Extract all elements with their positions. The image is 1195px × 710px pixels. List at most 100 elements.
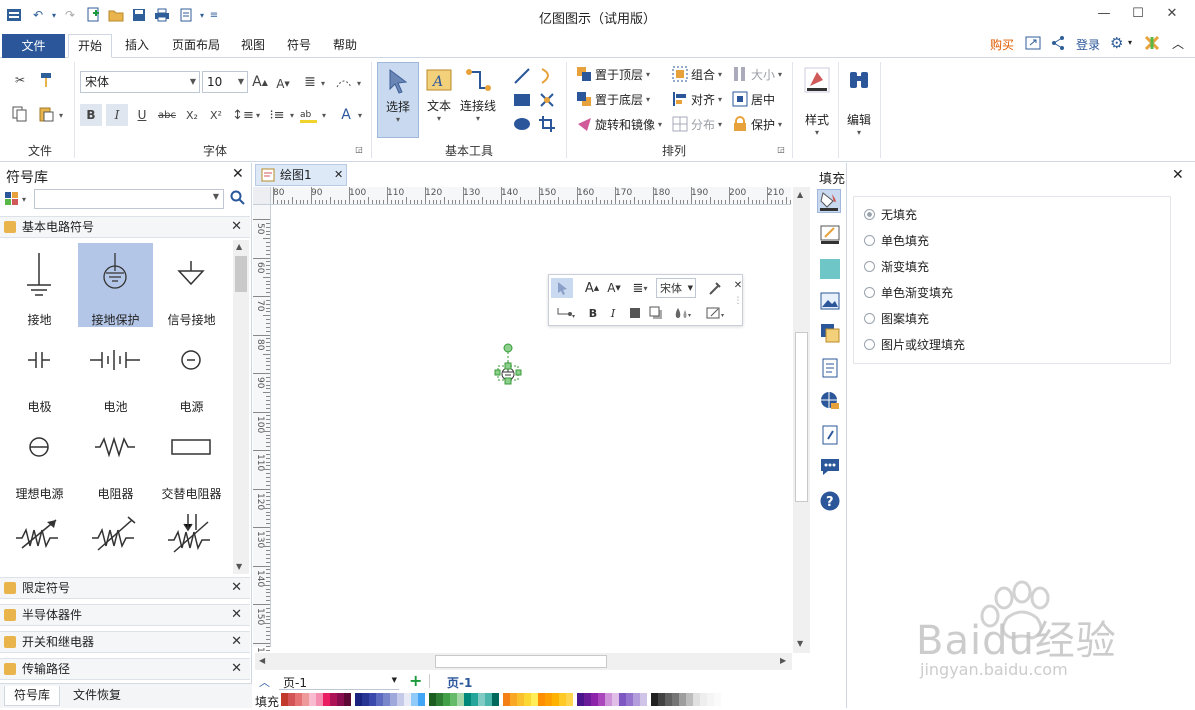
close-category-icon[interactable]: ✕ [231,217,242,237]
category-header-semiconductor[interactable]: 半导体器件 ✕ [0,604,250,626]
symbol-signal-ground[interactable]: 信号接地 [154,243,229,327]
help-icon[interactable]: ? [820,491,840,511]
paste-icon[interactable] [36,104,56,124]
palette-swatch[interactable] [344,693,351,706]
palette-swatch[interactable] [383,693,390,706]
mini-connector-icon[interactable]: ▾ [553,303,579,323]
protect-button[interactable]: 保护 ▾ [732,114,782,134]
shadow-panel-icon[interactable] [820,259,840,279]
palette-swatch[interactable] [503,693,510,706]
edit-button[interactable]: 编辑 ▾ [842,66,876,146]
radio-solid[interactable] [864,234,875,246]
symbol-power-source[interactable]: 电源 [154,330,229,414]
fill-option-pattern[interactable]: 图案填充 [864,309,929,327]
symbol-ideal-source[interactable]: 理想电源 [2,417,77,501]
tab-file-recovery[interactable]: 文件恢复 [66,686,128,706]
tab-symbol-library[interactable]: 符号库 [4,686,60,706]
mini-font-combo[interactable]: 宋体 ▼ [656,278,696,298]
palette-swatch[interactable] [707,693,714,706]
mini-align-icon[interactable]: ≣ ▾ [629,278,651,298]
palette-swatch[interactable] [492,693,499,706]
save-icon[interactable] [131,7,147,23]
redo-icon[interactable]: ↷ [62,7,78,23]
palette-swatch[interactable] [633,693,640,706]
radio-pattern[interactable] [864,312,875,324]
palette-swatch[interactable] [651,693,658,706]
palette-swatch[interactable] [577,693,584,706]
fill-option-solid[interactable]: 单色填充 [864,231,929,249]
symbol-ground[interactable]: 接地 [2,243,77,327]
search-icon[interactable] [230,190,246,208]
customize-toolbar-icon[interactable]: ≡ [206,7,222,23]
palette-swatch[interactable] [612,693,619,706]
fill-option-single-gradient[interactable]: 单色渐变填充 [864,283,953,301]
mini-bold-button[interactable]: B [585,303,601,323]
copy-icon[interactable] [10,104,30,124]
palette-swatch[interactable] [404,693,411,706]
attachment-panel-icon[interactable] [820,425,840,445]
palette-swatch[interactable] [471,693,478,706]
palette-swatch[interactable] [436,693,443,706]
palette-swatch[interactable] [418,693,425,706]
palette-swatch[interactable] [714,693,721,706]
category-header-basic-circuit[interactable]: 基本电路符号 ✕ [0,216,250,238]
symbol-battery[interactable]: 电池 [78,330,153,414]
settings-gear-icon[interactable]: ⚙ [1110,34,1123,52]
undo-icon[interactable]: ↶ [30,7,46,23]
symbol-grid-scrollbar[interactable]: ▲ ▼ [233,240,249,574]
mini-fill-icon[interactable] [627,303,643,323]
connector-tool-button[interactable]: 连接线 ▾ [458,62,498,138]
palette-swatch[interactable] [376,693,383,706]
palette-swatch[interactable] [686,693,693,706]
palette-swatch[interactable] [295,693,302,706]
login-link[interactable]: 登录 [1076,36,1100,53]
mini-format-painter-icon[interactable] [703,278,725,298]
italic-button[interactable]: I [106,104,128,126]
palette-swatch[interactable] [559,693,566,706]
close-category-icon[interactable]: ✕ [231,605,242,625]
palette-swatch[interactable] [323,693,330,706]
palette-swatches[interactable] [281,693,725,706]
symbol-alt-resistor[interactable]: 交替电阻器 [154,417,229,501]
underline-button[interactable]: U [132,104,152,126]
fill-option-none[interactable]: 无填充 [864,205,917,223]
tab-help[interactable]: 帮助 [326,34,364,58]
line-spacing-icon[interactable]: ↕≡ [232,104,254,126]
scrollbar-thumb[interactable] [235,256,247,292]
palette-swatch[interactable] [464,693,471,706]
highlight-icon[interactable]: ab [298,104,320,126]
palette-swatch[interactable] [397,693,404,706]
palette-swatch[interactable] [672,693,679,706]
palette-swatch[interactable] [693,693,700,706]
line-spacing-dropdown-icon[interactable]: ▾ [254,110,262,120]
palette-swatch[interactable] [309,693,316,706]
horizontal-scrollbar[interactable]: ◀ ▶ [255,653,792,670]
text-align-dropdown-icon[interactable]: ▾ [318,78,328,88]
maximize-button[interactable]: ☐ [1124,4,1152,24]
palette-swatch[interactable] [288,693,295,706]
palette-swatch[interactable] [355,693,362,706]
mini-color-icon[interactable]: ▾ [671,303,697,323]
bring-to-front-button[interactable]: 置于顶层 ▾ [576,64,650,84]
palette-swatch[interactable] [552,693,559,706]
print-icon[interactable] [154,7,170,23]
layers-panel-icon[interactable] [820,323,840,343]
symbol-variable-resistor[interactable] [2,504,77,574]
palette-swatch[interactable] [598,693,605,706]
palette-swatch[interactable] [429,693,436,706]
scroll-up-icon[interactable]: ▲ [797,190,803,199]
arc-tool-icon[interactable] [536,66,558,86]
crosshair-tool-icon[interactable] [536,90,558,110]
palette-swatch[interactable] [390,693,397,706]
line-panel-icon[interactable] [820,225,840,245]
vertical-scrollbar[interactable]: ▲ ▼ [793,187,810,653]
share-icon[interactable] [1050,35,1066,51]
mini-line-style-icon[interactable]: ▾ [705,303,729,323]
mini-shadow-icon[interactable] [647,303,665,323]
rotate-mirror-button[interactable]: 旋转和镜像 ▾ [576,114,662,134]
size-button[interactable]: 大小 ▾ [732,64,782,84]
horizontal-scroll-thumb[interactable] [435,655,607,668]
page-nav-up-icon[interactable]: ︿ [259,674,270,690]
palette-swatch[interactable] [411,693,418,706]
paste-dropdown-icon[interactable]: ▾ [56,110,66,120]
